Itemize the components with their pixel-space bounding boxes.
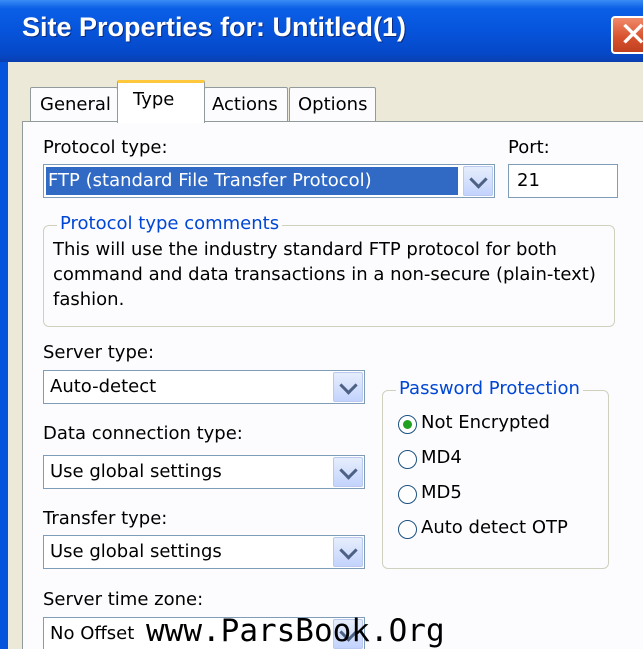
radio-md5[interactable] <box>398 485 417 504</box>
data-connection-label: Data connection type: <box>43 423 243 444</box>
port-input[interactable]: 21 <box>508 164 618 198</box>
radio-md4[interactable] <box>398 450 417 469</box>
chevron-down-icon <box>339 461 358 480</box>
port-value: 21 <box>517 170 540 191</box>
radio-not-encrypted[interactable] <box>398 415 417 434</box>
tab-actions-label: Actions <box>212 94 278 115</box>
server-type-label: Server type: <box>43 342 155 363</box>
data-connection-dropdown-button[interactable] <box>333 457 363 487</box>
data-connection-value: Use global settings <box>50 461 222 482</box>
transfer-type-label: Transfer type: <box>43 508 168 529</box>
data-connection-select[interactable]: Use global settings <box>43 455 365 489</box>
window-title: Site Properties for: Untitled(1) <box>22 12 407 42</box>
window-frame-left <box>0 62 8 649</box>
tab-type-label: Type <box>133 89 175 110</box>
radio-auto-detect-otp[interactable] <box>398 520 417 539</box>
server-type-select[interactable]: Auto-detect <box>43 370 365 404</box>
server-type-value: Auto-detect <box>50 376 157 397</box>
protocol-type-value: FTP (standard File Transfer Protocol) <box>48 170 372 191</box>
server-type-dropdown-button[interactable] <box>333 372 363 402</box>
protocol-dropdown-button[interactable] <box>463 166 493 196</box>
radio-not-encrypted-label[interactable]: Not Encrypted <box>421 412 550 433</box>
radio-md4-label[interactable]: MD4 <box>421 447 462 468</box>
tab-general-label: General <box>40 94 111 115</box>
chevron-down-icon <box>339 541 358 560</box>
radio-selected-dot <box>403 420 412 429</box>
protocol-comments-legend: Protocol type comments <box>57 213 283 234</box>
watermark-text: www.ParsBook.Org <box>146 613 445 649</box>
close-button[interactable]: ✕ <box>611 15 643 55</box>
radio-auto-detect-otp-label[interactable]: Auto detect OTP <box>421 517 568 538</box>
chevron-down-icon <box>339 376 358 395</box>
chevron-down-icon <box>469 170 488 189</box>
protocol-type-label: Protocol type: <box>43 137 168 158</box>
time-zone-value: No Offset <box>50 623 135 644</box>
transfer-type-dropdown-button[interactable] <box>333 537 363 567</box>
protocol-comments-text: This will use the industry standard FTP … <box>53 239 596 310</box>
tab-options-label: Options <box>298 94 368 115</box>
password-protection-legend: Password Protection <box>396 378 583 399</box>
time-zone-label: Server time zone: <box>43 589 204 610</box>
radio-md5-label[interactable]: MD5 <box>421 482 462 503</box>
tab-options[interactable]: Options <box>289 87 376 121</box>
transfer-type-select[interactable]: Use global settings <box>43 535 365 569</box>
close-icon: ✕ <box>619 15 643 55</box>
tab-actions[interactable]: Actions <box>204 87 288 121</box>
port-label: Port: <box>508 137 550 158</box>
tab-general[interactable]: General <box>30 87 118 121</box>
site-properties-dialog: Site Properties for: Untitled(1) ✕ Gener… <box>0 0 643 649</box>
transfer-type-value: Use global settings <box>50 541 222 562</box>
tab-type[interactable]: Type <box>117 80 205 123</box>
protocol-type-select[interactable]: FTP (standard File Transfer Protocol) <box>43 164 495 198</box>
title-bar[interactable]: Site Properties for: Untitled(1) ✕ <box>0 0 643 62</box>
